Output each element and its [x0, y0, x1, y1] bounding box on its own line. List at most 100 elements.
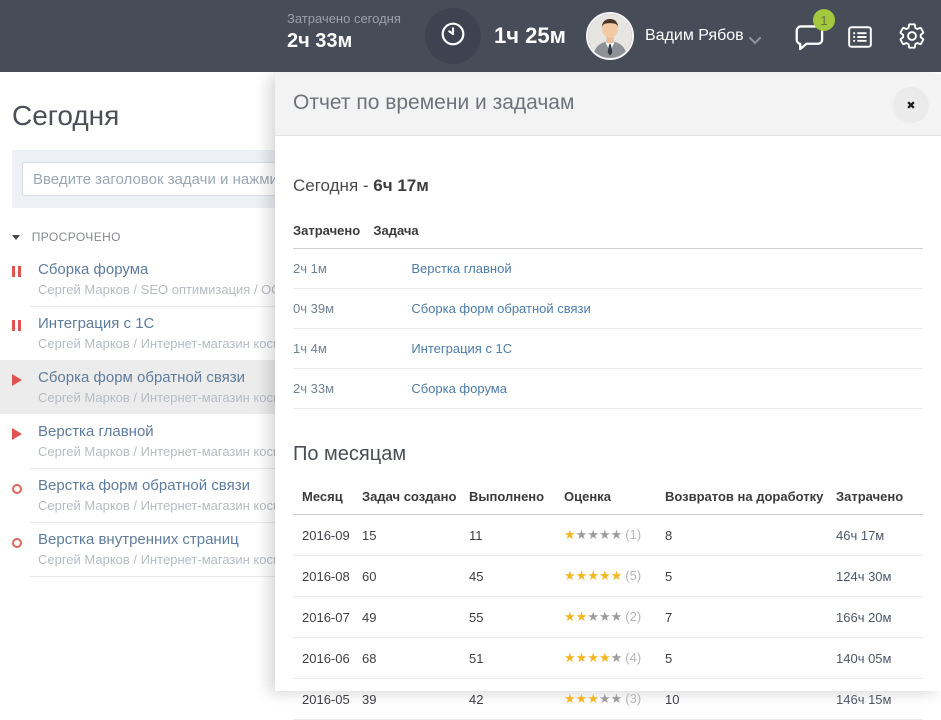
close-icon: ✖: [906, 99, 915, 112]
spent-cell: 146ч 15м: [836, 679, 923, 720]
returns-cell: 7: [665, 597, 836, 638]
spent-cell: 2ч 1м: [293, 249, 373, 289]
star-rating: ★★★★★: [564, 527, 622, 542]
created-cell: 15: [362, 515, 469, 556]
rating-count: (5): [625, 568, 641, 583]
column-header-rating: Оценка: [564, 478, 665, 515]
returns-cell: 8: [665, 515, 836, 556]
chevron-down-icon[interactable]: [749, 32, 761, 50]
timer-button[interactable]: [425, 8, 481, 64]
spent-today-block: Затрачено сегодня 2ч 33м: [287, 11, 401, 53]
report-list-icon: [847, 36, 873, 53]
close-button[interactable]: ✖: [893, 87, 929, 123]
reports-button[interactable]: [847, 25, 873, 54]
avatar[interactable]: [586, 12, 634, 60]
pause-icon: [12, 264, 26, 276]
created-cell: 49: [362, 597, 469, 638]
rating-count: (1): [625, 527, 641, 542]
report-panel: Отчет по времени и задачам ✖ Сегодня - 6…: [275, 74, 941, 691]
spent-today-label: Затрачено сегодня: [287, 11, 401, 26]
report-panel-body: Сегодня - 6ч 17м Затрачено Задача 2ч 1м …: [275, 176, 941, 720]
column-header-spent: Затрачено: [293, 212, 373, 249]
table-row: 2016-08 60 45 ★★★★★(5) 5 124ч 30м: [293, 556, 923, 597]
today-label: Сегодня -: [293, 176, 373, 195]
done-cell: 51: [469, 638, 564, 679]
today-total-heading: Сегодня - 6ч 17м: [293, 176, 923, 196]
settings-button[interactable]: [898, 22, 926, 55]
returns-cell: 10: [665, 679, 836, 720]
task-link[interactable]: Интеграция с 1С: [411, 341, 512, 356]
app-header: Затрачено сегодня 2ч 33м 1ч 25м Вадим Ря…: [0, 0, 941, 72]
month-cell: 2016-06: [293, 638, 362, 679]
table-row: 1ч 4м Интеграция с 1С: [293, 329, 923, 369]
spent-cell: 166ч 20м: [836, 597, 923, 638]
star-rating: ★★★★★: [564, 568, 622, 583]
collapse-triangle-icon: [12, 235, 20, 240]
created-cell: 60: [362, 556, 469, 597]
returns-cell: 5: [665, 638, 836, 679]
month-cell: 2016-08: [293, 556, 362, 597]
star-rating: ★★★★★: [564, 691, 622, 706]
user-name[interactable]: Вадим Рябов: [645, 27, 744, 45]
play-icon: [12, 373, 26, 385]
pause-icon: [12, 318, 26, 330]
spent-cell: 2ч 33м: [293, 369, 373, 409]
spent-cell: 46ч 17м: [836, 515, 923, 556]
open-circle-icon: [12, 535, 26, 547]
today-report-table: Затрачено Задача 2ч 1м Верстка главной 0…: [293, 212, 923, 409]
timer-value: 1ч 25м: [494, 23, 566, 49]
chat-bubble-icon: [795, 39, 825, 56]
month-cell: 2016-05: [293, 679, 362, 720]
report-panel-title: Отчет по времени и задачам: [293, 91, 574, 115]
table-row: 2016-06 68 51 ★★★★★(4) 5 140ч 05м: [293, 638, 923, 679]
table-row: 2016-07 49 55 ★★★★★(2) 7 166ч 20м: [293, 597, 923, 638]
rating-cell: ★★★★★(2): [564, 597, 665, 638]
star-rating: ★★★★★: [564, 650, 622, 665]
task-link[interactable]: Верстка главной: [411, 261, 511, 276]
done-cell: 11: [469, 515, 564, 556]
open-circle-icon: [12, 481, 26, 493]
table-row: 2ч 1м Верстка главной: [293, 249, 923, 289]
star-rating: ★★★★★: [564, 609, 622, 624]
table-row: 2016-09 15 11 ★★★★★(1) 8 46ч 17м: [293, 515, 923, 556]
clock-icon: [440, 21, 466, 52]
rating-count: (2): [625, 609, 641, 624]
done-cell: 55: [469, 597, 564, 638]
table-row: 0ч 39м Сборка форм обратной связи: [293, 289, 923, 329]
returns-cell: 5: [665, 556, 836, 597]
section-overdue-label: ПРОСРОЧЕНО: [32, 230, 121, 244]
task-link[interactable]: Сборка форм обратной связи: [411, 301, 590, 316]
spent-cell: 124ч 30м: [836, 556, 923, 597]
column-header-returns: Возвратов на доработку: [665, 478, 836, 515]
table-row: 2016-05 39 42 ★★★★★(3) 10 146ч 15м: [293, 679, 923, 720]
months-heading: По месяцам: [293, 443, 923, 466]
done-cell: 45: [469, 556, 564, 597]
report-panel-header: Отчет по времени и задачам ✖: [275, 74, 941, 136]
rating-count: (3): [625, 691, 641, 706]
column-header-spent: Затрачено: [836, 478, 923, 515]
months-report-table: Месяц Задач создано Выполнено Оценка Воз…: [293, 478, 923, 720]
rating-count: (4): [625, 650, 641, 665]
month-cell: 2016-07: [293, 597, 362, 638]
rating-cell: ★★★★★(1): [564, 515, 665, 556]
task-link[interactable]: Сборка форума: [411, 381, 507, 396]
column-header-done: Выполнено: [469, 478, 564, 515]
created-cell: 68: [362, 638, 469, 679]
spent-cell: 140ч 05м: [836, 638, 923, 679]
gear-icon: [898, 37, 926, 54]
spent-today-value: 2ч 33м: [287, 30, 401, 53]
spent-cell: 0ч 39м: [293, 289, 373, 329]
spent-cell: 1ч 4м: [293, 329, 373, 369]
rating-cell: ★★★★★(3): [564, 679, 665, 720]
table-row: 2ч 33м Сборка форума: [293, 369, 923, 409]
rating-cell: ★★★★★(5): [564, 556, 665, 597]
column-header-task: Задача: [373, 212, 923, 249]
play-icon: [12, 427, 26, 439]
month-cell: 2016-09: [293, 515, 362, 556]
column-header-created: Задач создано: [362, 478, 469, 515]
notification-badge: 1: [813, 9, 835, 31]
column-header-month: Месяц: [293, 478, 362, 515]
rating-cell: ★★★★★(4): [564, 638, 665, 679]
today-total-value: 6ч 17м: [373, 176, 429, 195]
created-cell: 39: [362, 679, 469, 720]
